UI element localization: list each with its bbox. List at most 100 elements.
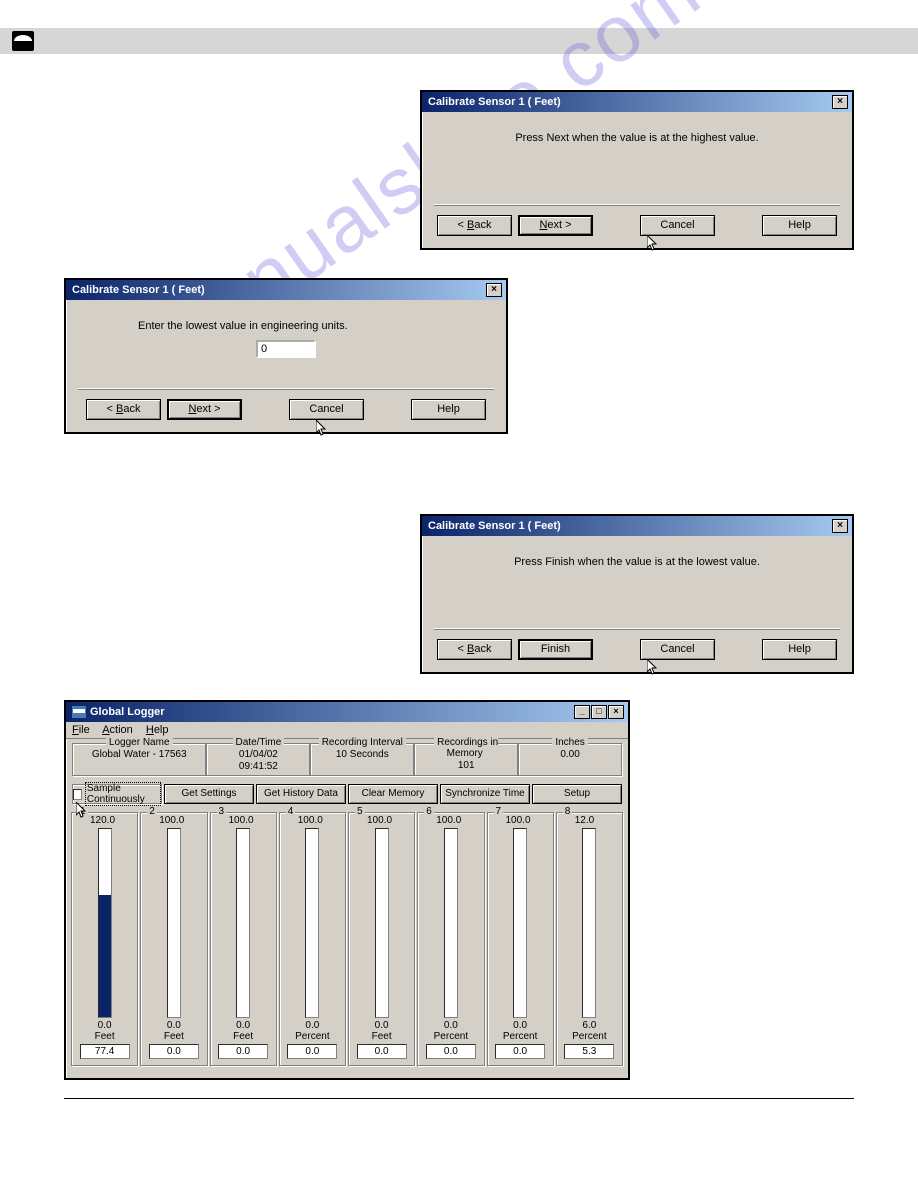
back-button[interactable]: < Back: [86, 399, 161, 420]
close-icon[interactable]: ×: [832, 95, 848, 109]
title-text: Calibrate Sensor 1 ( Feet): [72, 284, 205, 296]
dialog-message: Press Finish when the value is at the lo…: [434, 556, 840, 568]
channel-number: 8: [563, 806, 573, 817]
help-button[interactable]: Help: [762, 639, 837, 660]
meter: [305, 828, 319, 1018]
channel-4: 4100.00.0Percent0.0: [279, 812, 346, 1066]
channel-7: 7100.00.0Percent0.0: [487, 812, 554, 1066]
readout-value: 5.3: [564, 1044, 614, 1059]
finish-button[interactable]: Finish: [518, 639, 593, 660]
maximize-icon[interactable]: □: [591, 705, 607, 719]
channel-number: 5: [355, 806, 365, 817]
help-button[interactable]: Help: [411, 399, 486, 420]
titlebar: Calibrate Sensor 1 ( Feet) ×: [422, 516, 852, 536]
status-recordings: Recordings in Memory 101: [414, 743, 518, 776]
close-icon[interactable]: ×: [486, 283, 502, 297]
label: Recordings in Memory: [434, 737, 498, 759]
sync-time-button[interactable]: Synchronize Time: [440, 784, 530, 804]
help-button[interactable]: Help: [762, 215, 837, 236]
min-value: 0.0: [141, 1020, 206, 1031]
menu-help[interactable]: Help: [146, 724, 169, 736]
title-text: Global Logger: [90, 706, 165, 718]
label: Inches: [552, 737, 587, 748]
min-value: 0.0: [488, 1020, 553, 1031]
readout-value: 0.0: [357, 1044, 407, 1059]
checkbox-icon[interactable]: [73, 789, 82, 800]
menu-file[interactable]: File: [72, 724, 90, 736]
back-button[interactable]: < Back: [437, 215, 512, 236]
label: Recording Interval: [319, 737, 406, 748]
meter: [582, 828, 596, 1018]
get-settings-button[interactable]: Get Settings: [164, 784, 254, 804]
value: 01/04/02 09:41:52: [207, 749, 309, 775]
label: Sample Continuously: [85, 782, 161, 806]
unit-label: Feet: [72, 1031, 137, 1042]
unit-label: Feet: [349, 1031, 414, 1042]
channel-1: 1120.00.0Feet77.4: [71, 812, 138, 1066]
channel-number: 6: [424, 806, 434, 817]
label: Date/Time: [233, 737, 285, 748]
lowest-value-input[interactable]: [256, 340, 316, 358]
status-datetime: Date/Time 01/04/02 09:41:52: [206, 743, 310, 776]
next-button[interactable]: Next >: [167, 399, 242, 420]
meter: [98, 828, 112, 1018]
min-value: 0.0: [211, 1020, 276, 1031]
status-inches: Inches 0.00: [518, 743, 622, 776]
min-value: 0.0: [72, 1020, 137, 1031]
footer-rule: [64, 1098, 854, 1099]
menu-action[interactable]: Action: [102, 724, 133, 736]
channel-5: 5100.00.0Feet0.0: [348, 812, 415, 1066]
cancel-button[interactable]: Cancel: [289, 399, 364, 420]
dialog-message: Enter the lowest value in engineering un…: [78, 320, 494, 332]
readout-value: 0.0: [149, 1044, 199, 1059]
unit-label: Percent: [557, 1031, 622, 1042]
title-text: Calibrate Sensor 1 ( Feet): [428, 520, 561, 532]
unit-label: Percent: [418, 1031, 483, 1042]
channel-number: 3: [217, 806, 227, 817]
close-icon[interactable]: ×: [832, 519, 848, 533]
value: 10 Seconds: [311, 749, 413, 763]
channels: 1120.00.0Feet77.42100.00.0Feet0.03100.00…: [66, 808, 628, 1078]
setup-button[interactable]: Setup: [532, 784, 622, 804]
value: 0.00: [519, 749, 621, 763]
sample-continuously-checkbox[interactable]: Sample Continuously: [72, 784, 162, 804]
meter: [167, 828, 181, 1018]
next-button[interactable]: Next >: [518, 215, 593, 236]
meter: [375, 828, 389, 1018]
dialog-input: Calibrate Sensor 1 ( Feet) × Enter the l…: [64, 278, 508, 434]
title-text: Calibrate Sensor 1 ( Feet): [428, 96, 561, 108]
brand-icon: [12, 31, 34, 51]
min-value: 0.0: [280, 1020, 345, 1031]
value: 101: [415, 760, 517, 774]
value: Global Water - 17563: [73, 749, 205, 763]
min-value: 6.0: [557, 1020, 622, 1031]
readout-value: 0.0: [495, 1044, 545, 1059]
channel-number: 4: [286, 806, 296, 817]
meter: [513, 828, 527, 1018]
unit-label: Feet: [141, 1031, 206, 1042]
readout-value: 0.0: [218, 1044, 268, 1059]
minimize-icon[interactable]: _: [574, 705, 590, 719]
unit-label: Feet: [211, 1031, 276, 1042]
channel-number: 2: [147, 806, 157, 817]
back-button[interactable]: < Back: [437, 639, 512, 660]
close-icon[interactable]: ×: [608, 705, 624, 719]
status-logger-name: Logger Name Global Water - 17563: [72, 743, 206, 776]
dialog-message: Press Next when the value is at the high…: [434, 132, 840, 144]
unit-label: Percent: [488, 1031, 553, 1042]
min-value: 0.0: [418, 1020, 483, 1031]
unit-label: Percent: [280, 1031, 345, 1042]
cancel-button[interactable]: Cancel: [640, 215, 715, 236]
readout-value: 0.0: [426, 1044, 476, 1059]
dialog-highest: Calibrate Sensor 1 ( Feet) × Press Next …: [420, 90, 854, 250]
page-header: [0, 28, 918, 54]
global-logger-window: Global Logger _ □ × File Action Help Log…: [64, 700, 630, 1080]
channel-8: 812.06.0Percent5.3: [556, 812, 623, 1066]
cancel-button[interactable]: Cancel: [640, 639, 715, 660]
clear-memory-button[interactable]: Clear Memory: [348, 784, 438, 804]
titlebar: Global Logger _ □ ×: [66, 702, 628, 722]
get-history-button[interactable]: Get History Data: [256, 784, 346, 804]
label: Logger Name: [106, 737, 173, 748]
readout-value: 77.4: [80, 1044, 130, 1059]
app-icon: [72, 706, 86, 718]
